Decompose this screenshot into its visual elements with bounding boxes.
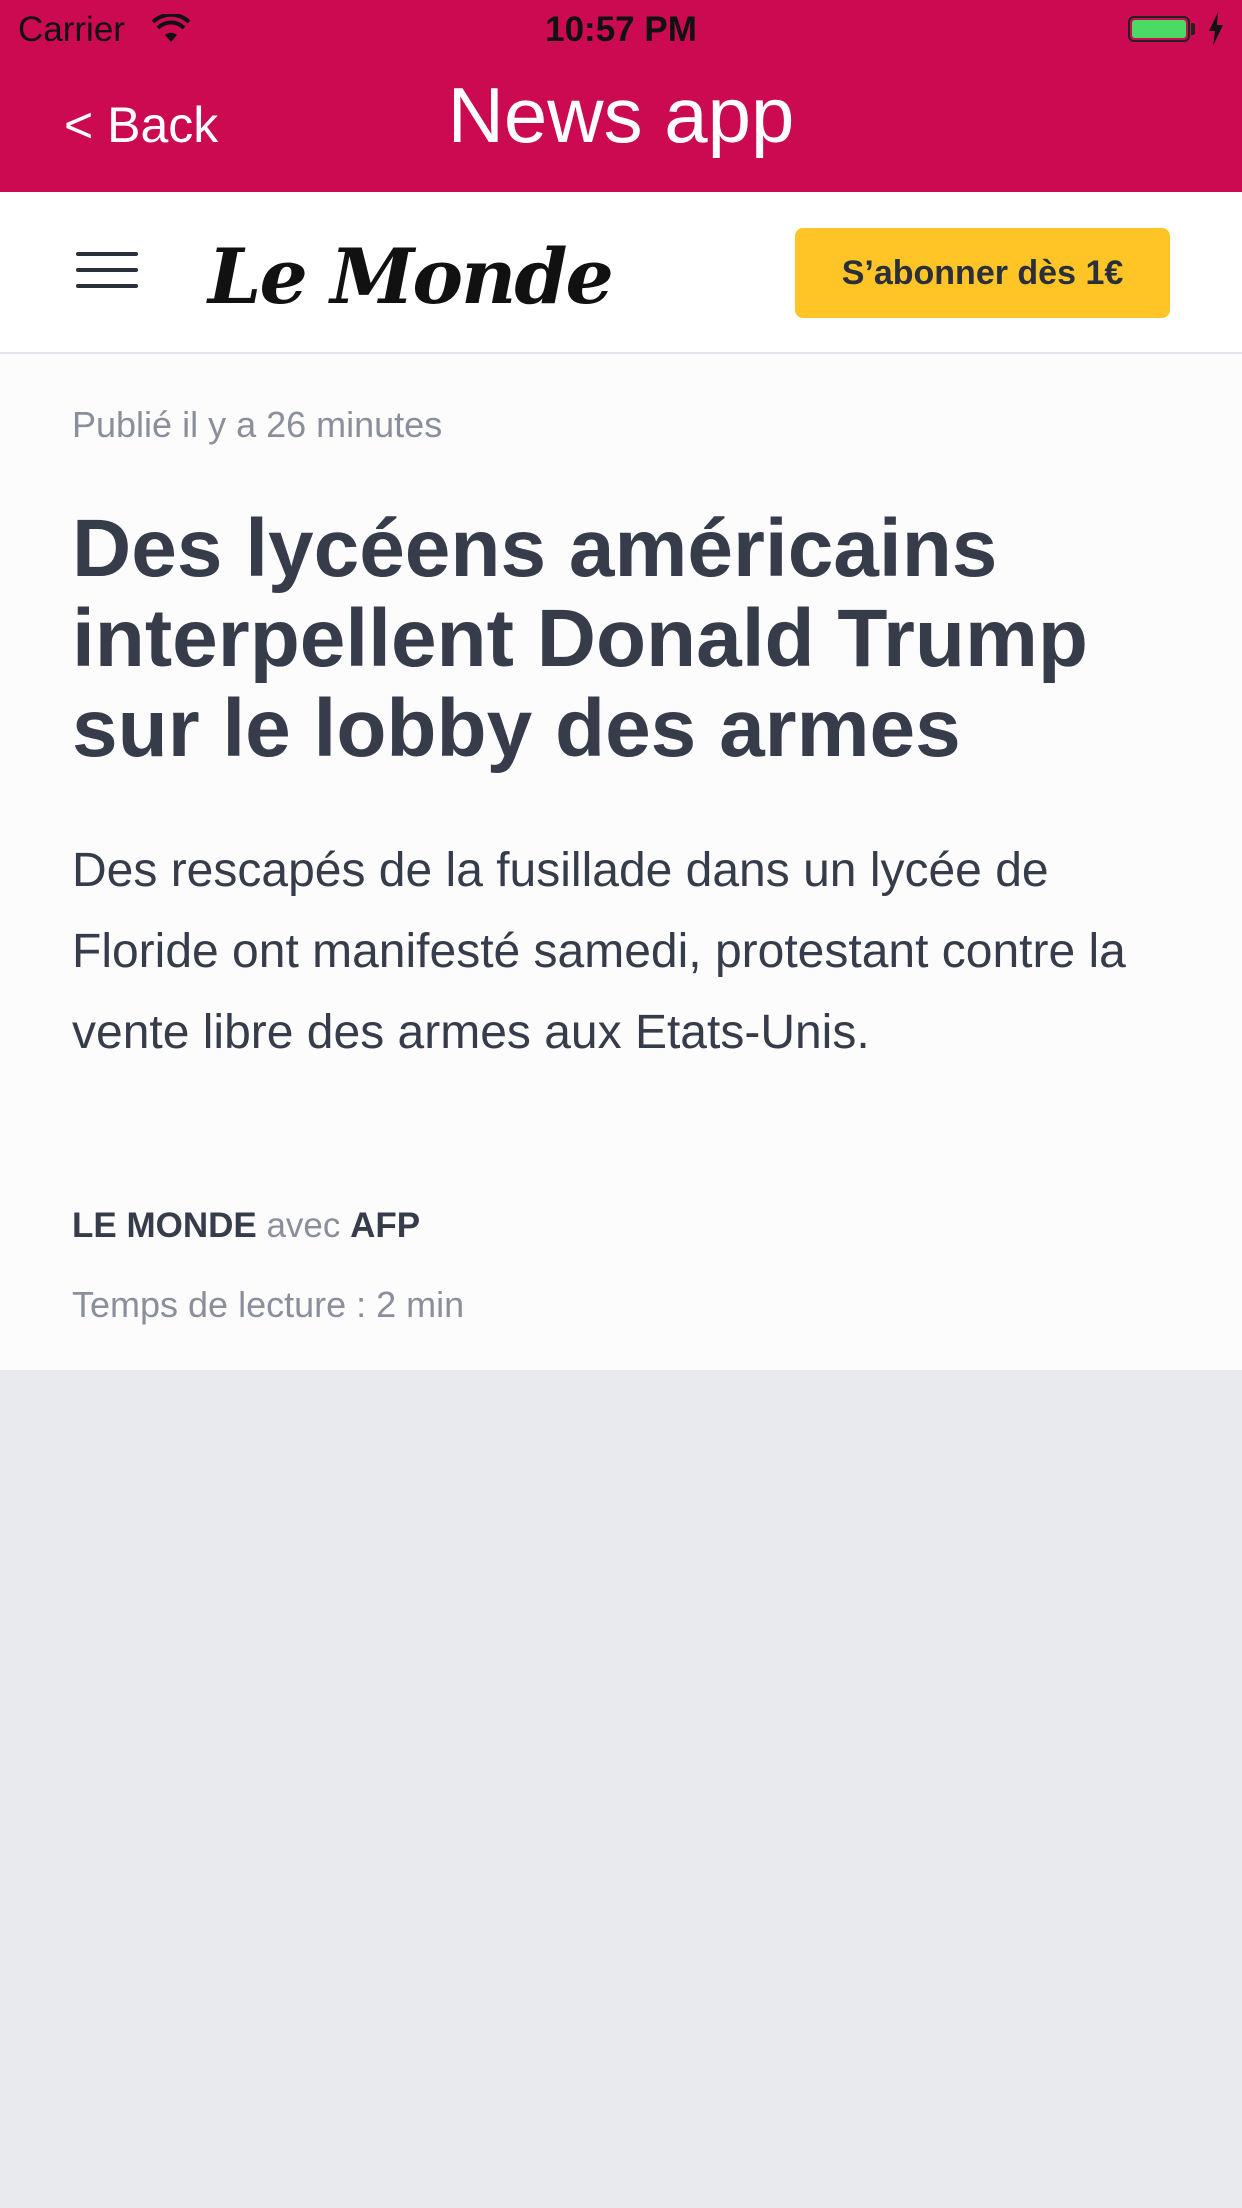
nav-title: News app	[447, 71, 795, 159]
navigation-bar: Carrier 10:57 PM < Back News app	[0, 0, 1242, 192]
status-bar: Carrier 10:57 PM	[0, 0, 1242, 60]
charging-bolt-icon	[1209, 12, 1223, 46]
status-time: 10:57 PM	[545, 10, 697, 49]
site-header: Le Monde S’abonner dès 1€	[0, 192, 1242, 354]
byline-with: avec	[266, 1206, 341, 1245]
article-headline: Des lycéens américains interpellent Dona…	[72, 503, 1088, 774]
byline-author[interactable]: LE MONDE	[72, 1206, 257, 1245]
article-lede: Des rescapés de la fusillade dans un lyc…	[72, 844, 1126, 1059]
article-byline: LE MONDE avec AFP	[72, 1206, 420, 1246]
battery-level	[1132, 20, 1186, 38]
battery-icon	[1128, 16, 1190, 42]
hamburger-menu-icon[interactable]	[76, 252, 140, 292]
byline-agency: AFP	[350, 1206, 421, 1245]
reading-time: Temps de lecture : 2 min	[72, 1284, 465, 1325]
le-monde-logo[interactable]: Le Monde	[208, 232, 614, 321]
subscribe-button[interactable]: S’abonner dès 1€	[795, 228, 1170, 318]
article-header: Publié il y a 26 minutes Des lycéens amé…	[0, 354, 1242, 1370]
battery-tip	[1191, 23, 1195, 35]
published-time: Publié il y a 26 minutes	[72, 404, 443, 445]
